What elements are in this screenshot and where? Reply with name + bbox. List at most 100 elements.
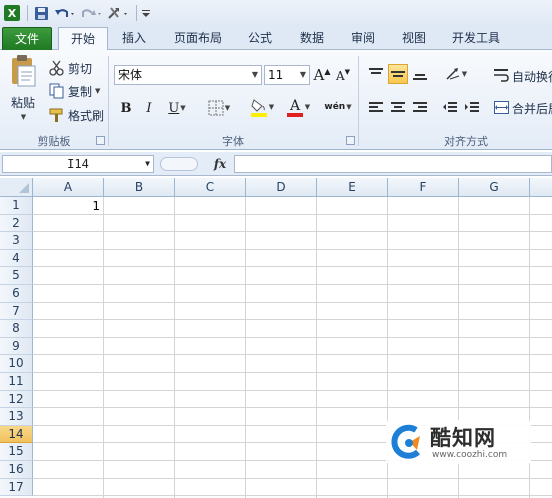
format-painter-icon (49, 108, 63, 122)
insert-function-button[interactable]: fx (210, 155, 230, 173)
italic-button[interactable]: I (139, 98, 159, 118)
font-color-button[interactable]: A ▼ (282, 97, 314, 117)
customize-qat-icon[interactable] (140, 3, 152, 23)
align-center-button[interactable] (388, 98, 408, 118)
format-painter-button[interactable]: 格式刷 (48, 105, 104, 125)
font-launcher-icon[interactable] (346, 136, 355, 145)
alignment-group-label: 对齐方式 (444, 135, 488, 148)
column-header-g[interactable]: G (459, 178, 530, 197)
align-middle-icon (391, 71, 405, 77)
column-header-f[interactable]: F (388, 178, 459, 197)
align-top-button[interactable] (366, 64, 386, 84)
undo-icon[interactable] (53, 3, 77, 23)
name-box[interactable]: I14 ▼ (2, 155, 154, 173)
cut-label: 剪切 (68, 61, 93, 76)
redo-icon[interactable] (79, 3, 103, 23)
row-header[interactable]: 12 (0, 390, 33, 409)
row-header[interactable]: 14 (0, 425, 33, 444)
phonetic-button[interactable]: wén ▼ (322, 97, 354, 117)
column-header-c[interactable]: C (175, 178, 246, 197)
grow-font-button[interactable]: A ▲ (312, 65, 332, 85)
row-header[interactable]: 9 (0, 337, 33, 356)
row-header[interactable]: 2 (0, 214, 33, 233)
column-header-h[interactable] (530, 178, 552, 197)
gridline (33, 477, 552, 479)
tab-view[interactable]: 视图 (392, 27, 436, 50)
paste-button[interactable]: 粘贴 ▼ (6, 54, 40, 130)
column-header-e[interactable]: E (317, 178, 388, 197)
orientation-button[interactable]: ▼ (442, 64, 470, 84)
tab-formulas[interactable]: 公式 (238, 27, 282, 50)
formula-input[interactable] (234, 155, 552, 173)
merge-center-button[interactable]: 合并后居中 (494, 98, 552, 118)
watermark-title: 酷知网 (430, 426, 496, 450)
font-name-select[interactable]: 宋体 ▼ (114, 65, 262, 85)
align-left-button[interactable] (366, 98, 386, 118)
row-header[interactable]: 15 (0, 443, 33, 461)
select-all-triangle-icon (19, 183, 29, 193)
paste-icon (12, 55, 36, 87)
select-all-corner[interactable] (0, 178, 33, 197)
row-header[interactable]: 5 (0, 267, 33, 285)
row-header[interactable]: 13 (0, 408, 33, 426)
align-middle-button[interactable] (388, 64, 408, 84)
column-header-a[interactable]: A (33, 178, 104, 197)
row-header[interactable]: 6 (0, 285, 33, 303)
align-right-button[interactable] (410, 98, 430, 118)
copy-label: 复制 (68, 84, 93, 99)
copy-button[interactable]: 复制 ▼ (48, 81, 100, 101)
font-name-value: 宋体 (118, 68, 143, 82)
save-icon[interactable] (31, 3, 51, 23)
tab-data[interactable]: 数据 (290, 27, 334, 50)
tools-icon[interactable] (105, 3, 131, 23)
bold-button[interactable]: B (116, 98, 136, 118)
row-header[interactable]: 10 (0, 355, 33, 373)
row-header[interactable]: 11 (0, 373, 33, 391)
increase-indent-button[interactable] (462, 98, 482, 118)
clipboard-launcher-icon[interactable] (96, 136, 105, 145)
font-color-glyph: A (289, 98, 301, 114)
gridline (33, 354, 552, 356)
underline-button[interactable]: U ▼ (162, 98, 192, 118)
group-separator (358, 56, 359, 146)
align-center-icon (391, 102, 405, 112)
shrink-font-button[interactable]: A ▼ (333, 65, 353, 85)
row-header[interactable]: 1 (0, 197, 33, 215)
borders-button[interactable]: ▼ (203, 98, 235, 118)
watermark-url: www.coozhi.com (432, 450, 508, 460)
cell-a1[interactable]: 1 (33, 198, 104, 215)
phonetic-glyph: wén (324, 102, 346, 112)
coozhi-logo-icon (391, 424, 421, 459)
tab-page-layout[interactable]: 页面布局 (168, 27, 228, 50)
gridline (33, 495, 552, 497)
align-bottom-button[interactable] (410, 64, 430, 84)
excel-logo-icon[interactable]: X (2, 3, 22, 23)
gridline (316, 197, 317, 498)
tab-home[interactable]: 开始 (58, 27, 108, 51)
row-header[interactable]: 16 (0, 461, 33, 479)
row-header[interactable]: 7 (0, 302, 33, 321)
formula-bar-splitter[interactable] (160, 157, 198, 171)
chevron-down-icon: ▼ (145, 159, 150, 168)
tab-insert[interactable]: 插入 (112, 27, 156, 50)
fill-color-button[interactable]: ▼ (246, 97, 278, 117)
gridline (33, 301, 552, 303)
row-header[interactable]: 17 (0, 478, 33, 497)
column-header-b[interactable]: B (104, 178, 175, 197)
decrease-indent-button[interactable] (440, 98, 460, 118)
wrap-text-button[interactable]: 自动换行 (494, 66, 552, 86)
row-header[interactable]: 4 (0, 249, 33, 268)
font-size-select[interactable]: 11 ▼ (264, 65, 310, 85)
tab-developer[interactable]: 开发工具 (444, 27, 508, 50)
gridline (33, 284, 552, 285)
cut-button[interactable]: 剪切 (48, 58, 92, 78)
watermark: 酷知网 www.coozhi.com (386, 420, 531, 464)
tab-review[interactable]: 审阅 (341, 27, 385, 50)
row-header[interactable]: 8 (0, 320, 33, 338)
chevron-down-icon: ▼ (180, 104, 186, 112)
column-header-d[interactable]: D (246, 178, 317, 197)
gridline (33, 266, 552, 268)
tab-file[interactable]: 文件 (2, 27, 52, 50)
row-header[interactable]: 3 (0, 232, 33, 250)
wrap-text-icon (494, 69, 509, 82)
